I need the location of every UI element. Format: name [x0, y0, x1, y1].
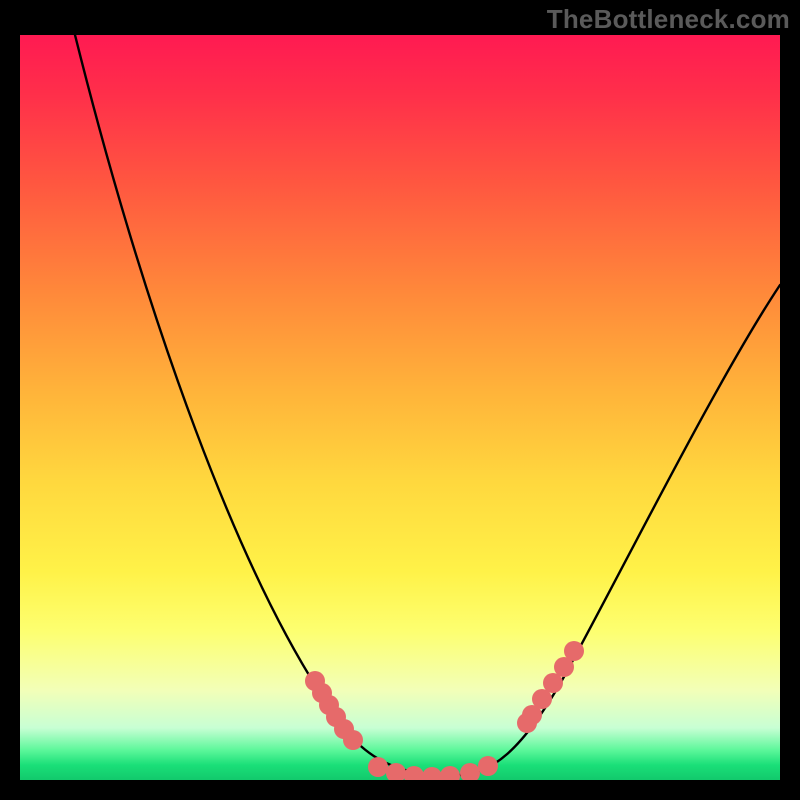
data-marker: [343, 730, 363, 750]
data-marker: [460, 763, 480, 780]
watermark-text: TheBottleneck.com: [547, 4, 790, 35]
data-marker: [404, 766, 424, 780]
plot-area: [20, 35, 780, 780]
data-marker: [368, 757, 388, 777]
bottleneck-curve: [75, 35, 780, 775]
data-marker: [564, 641, 584, 661]
data-marker: [478, 756, 498, 776]
chart-frame: TheBottleneck.com: [0, 0, 800, 800]
data-marker: [422, 767, 442, 780]
data-marker: [440, 766, 460, 780]
data-marker: [517, 713, 537, 733]
curve-svg: [20, 35, 780, 780]
